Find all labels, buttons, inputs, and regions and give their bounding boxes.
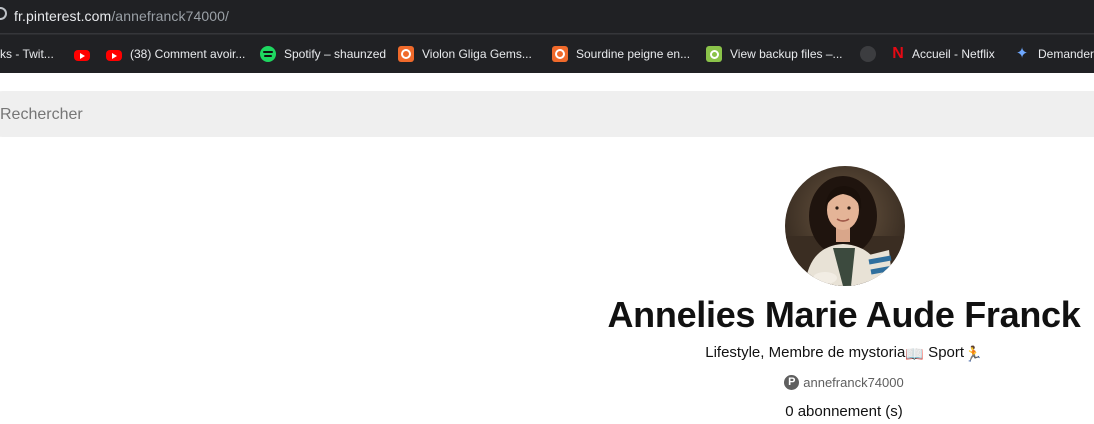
github-icon — [860, 46, 876, 62]
avatar-photo — [785, 166, 905, 286]
runner-icon: 🏃 — [964, 346, 983, 363]
profile-avatar[interactable] — [785, 166, 905, 286]
following-count[interactable]: 0 abonnement (s) — [570, 402, 1094, 422]
profile-name: Annelies Marie Aude Franck — [607, 294, 1081, 335]
handle-text: annefranck74000 — [803, 374, 904, 390]
book-icon: 📖 — [905, 346, 925, 363]
url-host: fr.pinterest.com — [14, 8, 112, 24]
bookmark-spotify[interactable]: Spotify – shaunzed — [260, 44, 386, 64]
youtube-icon — [106, 49, 122, 61]
pinterest-logo-icon: P — [784, 374, 800, 390]
bookmark-label: Violon Gliga Gems... — [422, 47, 532, 61]
bio-text: Lifestyle, Membre de mystoria — [705, 344, 906, 361]
browser-toolbar: fr.pinterest.com/annefranck74000/ — [0, 0, 1094, 34]
swirl-icon — [398, 46, 414, 62]
youtube-icon — [74, 49, 90, 61]
bookmark-violon[interactable]: Violon Gliga Gems... — [398, 44, 532, 64]
bookmark-twitter[interactable]: rks - Twit... — [0, 44, 54, 64]
profile-handle: P annefranck74000 — [570, 373, 1094, 391]
bookmark-label: Demander — [1038, 47, 1094, 61]
url-path: /annefranck74000/ — [111, 8, 229, 24]
netflix-icon: N — [892, 45, 904, 62]
bookmark-label: Accueil - Netflix — [912, 47, 995, 61]
bookmark-label: Sourdine peigne en... — [576, 47, 691, 61]
spotify-icon — [260, 46, 276, 62]
bookmark-github[interactable] — [860, 44, 884, 64]
profile-bio: Lifestyle, Membre de mystoria📖 Sport🏃 — [570, 343, 1094, 365]
bookmark-netflix[interactable]: N Accueil - Netflix — [892, 44, 995, 64]
bookmark-label: rks - Twit... — [0, 47, 54, 61]
backup-icon — [706, 46, 722, 62]
bookmarks-bar: rks - Twit... (38) Comment avoir... Spot… — [0, 34, 1094, 73]
search-input[interactable] — [0, 104, 600, 126]
bookmark-backup[interactable]: View backup files –... — [706, 44, 843, 64]
bookmark-label: Spotify – shaunzed — [284, 47, 387, 61]
swirl-icon — [552, 46, 568, 62]
ai-assistant-icon: ✦ — [1015, 45, 1029, 62]
address-bar-url[interactable]: fr.pinterest.com/annefranck74000/ — [14, 8, 229, 25]
bookmark-youtube[interactable] — [74, 44, 98, 64]
bookmark-sourdine[interactable]: Sourdine peigne en... — [552, 44, 690, 64]
bookmark-label: View backup files –... — [730, 47, 843, 61]
bookmark-demander[interactable]: ✦ Demander — [1014, 44, 1094, 64]
bookmark-label: (38) Comment avoir... — [130, 47, 246, 61]
bookmark-youtube-video[interactable]: (38) Comment avoir... — [106, 44, 245, 64]
bio-text-sport: Sport — [924, 344, 965, 361]
